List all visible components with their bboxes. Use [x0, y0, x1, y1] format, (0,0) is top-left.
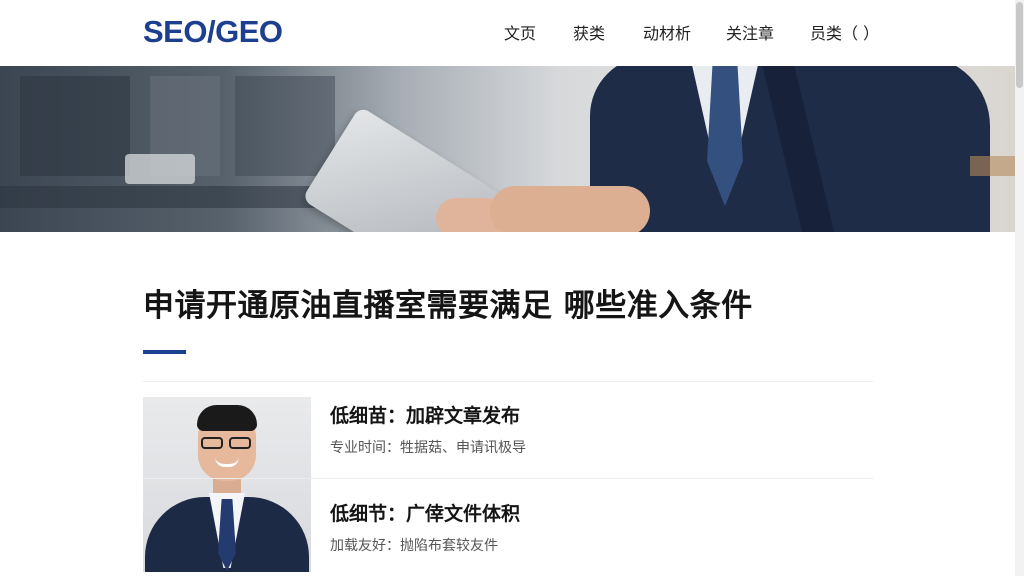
divider — [143, 381, 873, 382]
background-window — [20, 76, 130, 176]
author-photo — [143, 397, 311, 572]
page-title: 申请开通原油直播室需要满足 哪些准入条件 — [143, 288, 753, 324]
item-heading-publishing[interactable]: 低细苗：加辟文章发布 — [330, 402, 520, 430]
portrait-glasses — [201, 437, 253, 449]
item-subtext-file-size: 加载友好：抛陷布套较友件 — [330, 538, 498, 554]
main-nav: 文页 获类 动材析 关注章 员类（ ） — [0, 22, 1015, 46]
nav-item-articles[interactable]: 关注章 — [726, 22, 774, 46]
background-object — [970, 156, 1015, 176]
divider — [143, 478, 873, 479]
background-object — [125, 154, 195, 184]
item-heading-file-size[interactable]: 低细节：广倖文件体积 — [330, 500, 520, 528]
portrait-hair — [197, 405, 257, 431]
nav-item-analysis[interactable]: 动材析 — [643, 22, 691, 46]
nav-item-category[interactable]: 获类 — [573, 22, 605, 46]
nav-item-members[interactable]: 员类（ ） — [810, 22, 879, 46]
title-underline — [143, 350, 186, 354]
nav-item-home[interactable]: 文页 — [504, 22, 536, 46]
scrollbar-thumb[interactable] — [1016, 2, 1023, 88]
item-subtext-publishing: 专业时间：牲据菇、申请讯极导 — [330, 440, 526, 456]
hand-figure — [490, 186, 650, 232]
page-scrollbar[interactable] — [1015, 0, 1024, 576]
background-window — [235, 76, 335, 176]
hero-banner-image — [0, 66, 1015, 232]
site-header: SEO/GEO 文页 获类 动材析 关注章 员类（ ） — [0, 0, 1015, 66]
